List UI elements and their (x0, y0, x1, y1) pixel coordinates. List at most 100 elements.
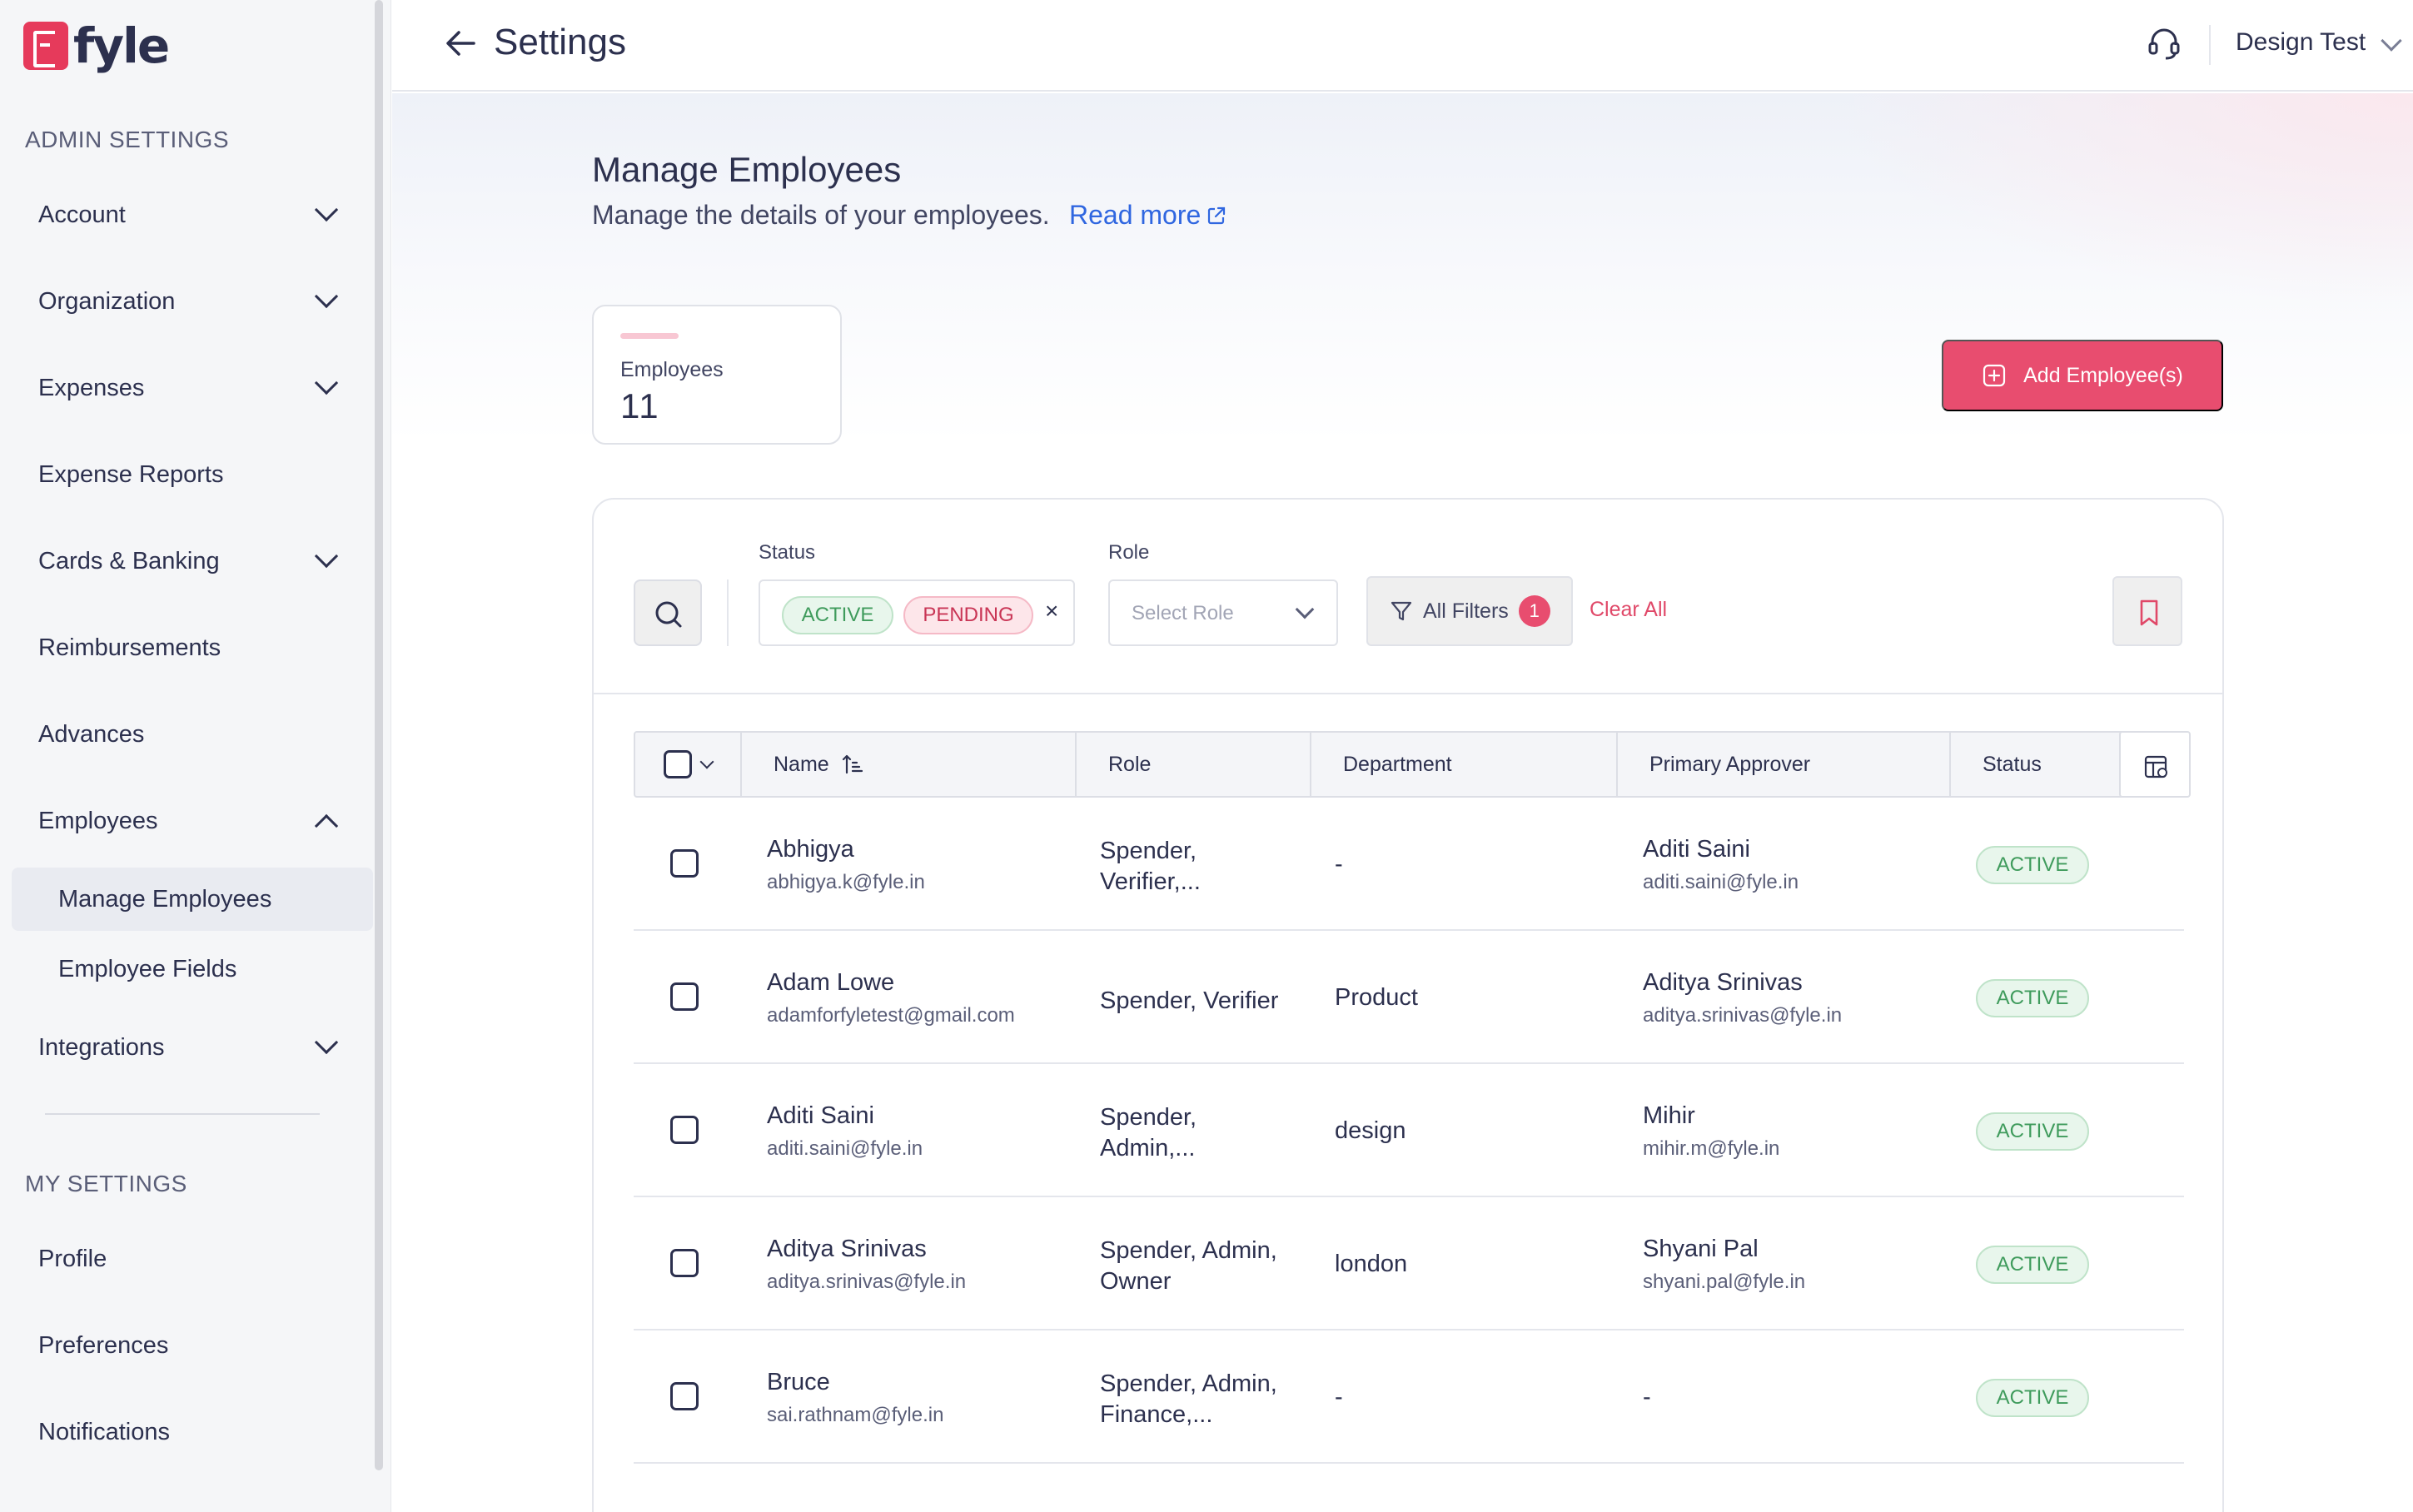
employee-role: Spender, Admin, Owner (1100, 1236, 1300, 1297)
approver-name: Aditya Srinivas (1643, 969, 1803, 996)
fyle-logo[interactable]: fyle (23, 22, 170, 70)
all-filters-button[interactable]: All Filters 1 (1366, 576, 1573, 646)
table-row[interactable]: Bruce sai.rathnam@fyle.in Spender, Admin… (634, 1330, 2184, 1464)
employee-role: Spender, Verifier (1100, 987, 1279, 1014)
row-checkbox[interactable] (670, 982, 699, 1011)
external-link-icon (1208, 206, 1226, 224)
employee-email: adamforfyletest@gmail.com (767, 1004, 1015, 1027)
filter-divider (727, 579, 729, 646)
sidebar-item-employees[interactable]: Employees (38, 798, 346, 844)
sidebar-item-cards-banking[interactable]: Cards & Banking (38, 538, 346, 584)
org-switcher[interactable]: Design Test (2236, 28, 2366, 57)
sidebar-item-label: Cards & Banking (38, 547, 220, 574)
sidebar-subitem-manage-employees[interactable]: Manage Employees (12, 868, 373, 931)
status-chip-active[interactable]: ACTIVE (782, 596, 893, 634)
row-checkbox[interactable] (670, 1116, 699, 1144)
sidebar-item-expense-reports[interactable]: Expense Reports (38, 451, 346, 498)
search-button[interactable] (634, 579, 702, 646)
role-line: Spender, Admin, (1100, 1370, 1277, 1397)
row-checkbox[interactable] (670, 1249, 699, 1277)
column-header-name[interactable]: Name (742, 733, 1077, 796)
status-badge: ACTIVE (1976, 846, 2089, 884)
role-placeholder: Select Role (1132, 602, 1234, 624)
chevron-up-icon (314, 813, 339, 838)
saved-filters-button[interactable] (2112, 576, 2182, 646)
employee-role: Spender, Admin, Finance,... (1100, 1369, 1300, 1430)
clear-all-link[interactable]: Clear All (1590, 598, 1667, 622)
clear-status-icon[interactable]: × (1045, 598, 1058, 624)
role-line: Spender, Admin, (1100, 1237, 1277, 1264)
sidebar-item-label: Account (38, 201, 126, 228)
sidebar-item-notifications[interactable]: Notifications (38, 1409, 346, 1455)
add-employees-button[interactable]: Add Employee(s) (1942, 340, 2223, 411)
chevron-down-icon (1295, 599, 1315, 619)
read-more-label: Read more (1069, 200, 1202, 230)
column-header-department: Department (1311, 733, 1618, 796)
chevron-down-icon (314, 371, 339, 395)
sidebar-item-expenses[interactable]: Expenses (38, 365, 346, 411)
chevron-down-icon[interactable] (2381, 30, 2402, 52)
role-line: Admin,... (1100, 1135, 1196, 1161)
employee-role: Spender, Admin,... (1100, 1102, 1300, 1164)
sidebar-item-preferences[interactable]: Preferences (38, 1322, 346, 1369)
search-icon (655, 601, 682, 628)
sidebar-item-reimbursements[interactable]: Reimbursements (38, 624, 346, 671)
column-header-primary-approver: Primary Approver (1618, 733, 1951, 796)
sidebar-item-integrations[interactable]: Integrations (38, 1024, 346, 1071)
table-row[interactable]: Abhigya abhigya.k@fyle.in Spender, Verif… (634, 798, 2184, 931)
column-settings-button[interactable] (2119, 731, 2191, 798)
sidebar-divider (45, 1113, 320, 1115)
employees-table-card: Status ACTIVE PENDING × Role Select Role… (592, 498, 2224, 1512)
sidebar-item-account[interactable]: Account (38, 191, 346, 238)
table-row[interactable]: Aditi Saini aditi.saini@fyle.in Spender,… (634, 1064, 2184, 1197)
read-more-link[interactable]: Read more (1069, 200, 1227, 231)
sidebar-item-organization[interactable]: Organization (38, 278, 346, 325)
status-filter-label: Status (759, 541, 816, 564)
sidebar-item-label: Expenses (38, 374, 145, 401)
headset-support-icon[interactable] (2146, 25, 2182, 62)
sidebar-subitem-employee-fields[interactable]: Employee Fields (12, 938, 373, 1001)
role-select[interactable]: Select Role (1108, 579, 1338, 646)
select-all[interactable] (635, 733, 742, 796)
status-badge: ACTIVE (1976, 1246, 2089, 1284)
sidebar-item-label: Expense Reports (38, 460, 224, 488)
top-bar: Settings Design Test (392, 0, 2413, 92)
approver-name: - (1643, 1384, 1651, 1410)
employee-email: sai.rathnam@fyle.in (767, 1404, 944, 1426)
select-all-checkbox[interactable] (664, 750, 692, 778)
column-settings-icon (2144, 755, 2167, 778)
sort-ascending-icon[interactable] (841, 753, 864, 776)
add-employees-label: Add Employee(s) (2023, 363, 2183, 387)
sidebar-item-label: Profile (38, 1245, 107, 1272)
sidebar-item-label: Integrations (38, 1033, 165, 1061)
row-checkbox[interactable] (670, 849, 699, 878)
sidebar-item-advances[interactable]: Advances (38, 711, 346, 758)
bookmark-icon (2140, 599, 2158, 626)
back-arrow-icon[interactable] (444, 27, 477, 60)
sidebar-scrollbar[interactable] (375, 0, 383, 1470)
role-line: Spender, (1100, 1104, 1197, 1131)
row-checkbox[interactable] (670, 1382, 699, 1410)
approver-email: aditi.saini@fyle.in (1643, 871, 1799, 893)
card-accent (620, 333, 679, 339)
sidebar-item-label: Reimbursements (38, 634, 221, 661)
chevron-down-icon (314, 1030, 339, 1055)
status-badge: ACTIVE (1976, 979, 2089, 1017)
column-header-status: Status (1983, 752, 2042, 776)
status-filter[interactable]: ACTIVE PENDING × (759, 579, 1075, 646)
table-row[interactable]: Adam Lowe adamforfyletest@gmail.com Spen… (634, 931, 2184, 1064)
approver-email: mihir.m@fyle.in (1643, 1137, 1780, 1160)
employee-department: - (1335, 1384, 1343, 1410)
sidebar-item-profile[interactable]: Profile (38, 1236, 346, 1282)
stat-label: Employees (620, 358, 724, 381)
chevron-down-icon[interactable] (699, 754, 714, 769)
column-label: Name (774, 752, 829, 776)
approver-email: aditya.srinivas@fyle.in (1643, 1004, 1843, 1027)
status-chip-pending[interactable]: PENDING (903, 596, 1033, 634)
table-header: Name Role Department Primary Approver St… (634, 731, 2191, 798)
filter-funnel-icon (1391, 601, 1412, 621)
sidebar-item-label: Advances (38, 720, 145, 748)
role-line: Finance,... (1100, 1401, 1213, 1428)
table-row[interactable]: Aditya Srinivas aditya.srinivas@fyle.in … (634, 1197, 2184, 1330)
employee-name: Abhigya (767, 836, 854, 863)
